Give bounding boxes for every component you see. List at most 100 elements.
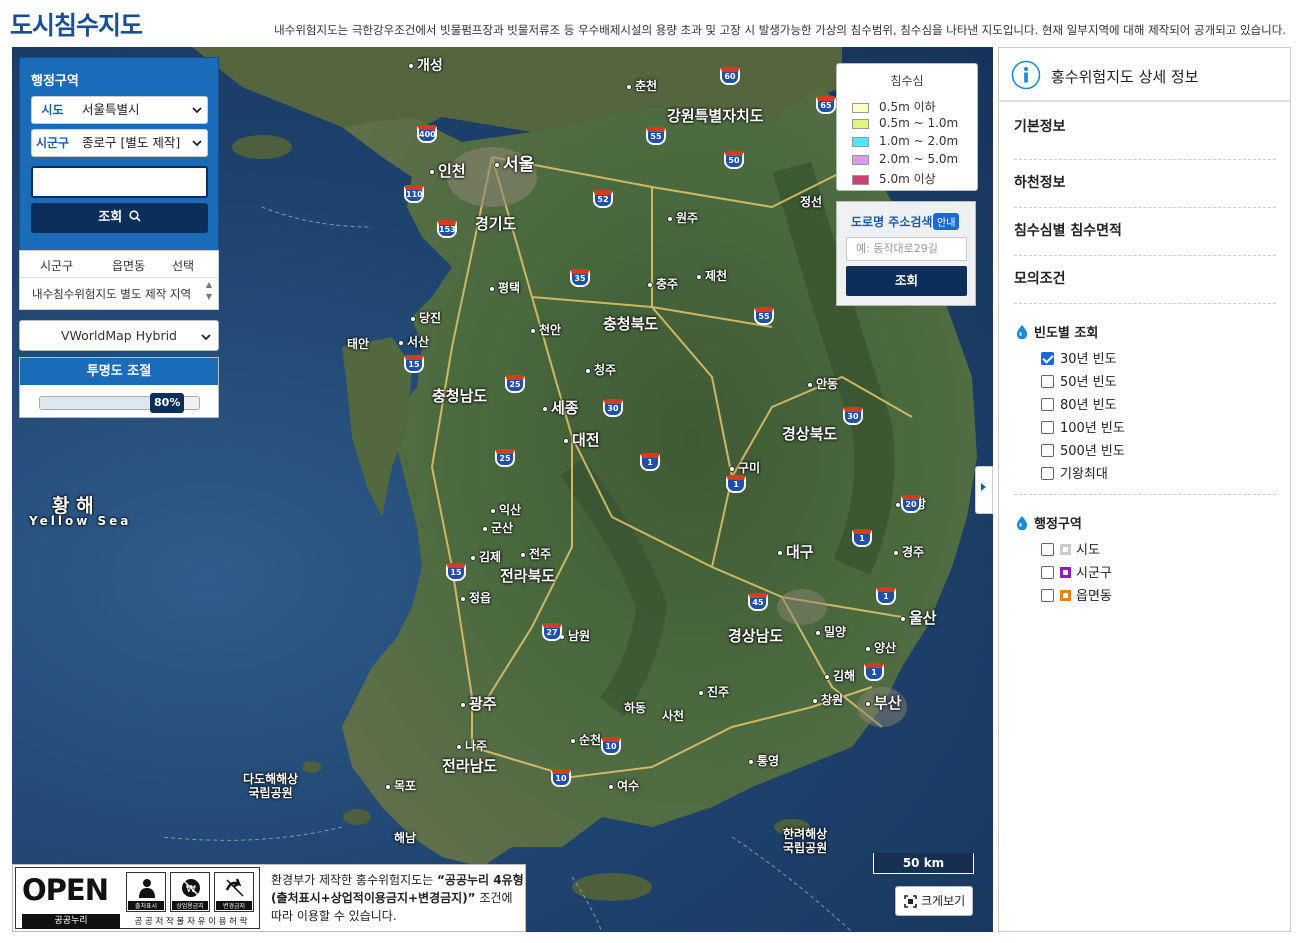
- highway-shield: 25: [505, 375, 525, 393]
- frequency-option[interactable]: 80년 빈도: [1041, 394, 1117, 413]
- map-label-dangjin: 당진: [410, 309, 441, 326]
- address-search-input[interactable]: 예: 동작대로29길: [846, 237, 967, 261]
- map-label-gwangju: 광주: [460, 693, 497, 714]
- frequency-option[interactable]: 100년 빈도: [1041, 417, 1125, 436]
- map-label-namwon: 남원: [559, 627, 590, 644]
- map-label-chungnam: 충청남도: [432, 387, 488, 405]
- checkbox[interactable]: [1041, 421, 1054, 434]
- frequency-option[interactable]: 기왕최대: [1041, 463, 1108, 482]
- basemap-select[interactable]: VWorldMap Hybrid: [19, 320, 219, 351]
- map-label-gimhae: 김해: [824, 667, 855, 684]
- legend-swatch: [852, 136, 869, 147]
- highway-shield: 30: [843, 407, 863, 425]
- admin-layer-option[interactable]: 읍면동: [1041, 585, 1112, 604]
- map-label-chungbuk: 충청북도: [603, 315, 659, 333]
- result-scrollbar[interactable]: ▲ ▼: [204, 279, 214, 309]
- address-guide-button[interactable]: 안내: [933, 213, 960, 230]
- admin-search-input[interactable]: [31, 166, 208, 198]
- sigungu-select[interactable]: 시군구 종로구 [별도 제작]: [31, 129, 208, 157]
- highway-shield: 153: [437, 220, 457, 238]
- no-derivatives-icon: 변경금지: [214, 872, 254, 912]
- checkbox[interactable]: [1041, 467, 1054, 480]
- frequency-title: 빈도별 조회: [1016, 322, 1098, 341]
- attribution-icon: 출처표시: [126, 872, 166, 912]
- section-basic-info[interactable]: 기본정보: [1014, 116, 1276, 136]
- highway-shield: 1: [864, 663, 884, 681]
- legend-item: 1.0m ~ 2.0m: [852, 134, 958, 148]
- checkbox[interactable]: [1041, 566, 1054, 579]
- map-label-daejeon: 대전: [563, 429, 600, 450]
- map-label-pyeongtaek: 평택: [489, 279, 520, 296]
- highway-shield: 25: [495, 449, 515, 467]
- map-label-changwon: 창원: [812, 691, 843, 708]
- highway-shield: 45: [748, 593, 768, 611]
- highway-shield: 20: [901, 495, 921, 513]
- open-logo: OPEN: [22, 873, 109, 907]
- svg-text:₩: ₩: [186, 884, 196, 895]
- map-label-gaeseong: 개성: [408, 55, 443, 75]
- divider: [1014, 303, 1276, 304]
- divider: [1014, 255, 1276, 256]
- fullscreen-button[interactable]: 크게보기: [895, 886, 973, 916]
- admin-search-button[interactable]: 조회: [31, 203, 208, 233]
- checkbox[interactable]: [1041, 352, 1054, 365]
- map-label-jeonju: 전주: [520, 545, 551, 562]
- map-label-iksan: 익산: [490, 501, 521, 518]
- kogl-caption: 공 공 저 작 물 자 유 이 용 허 락: [134, 917, 248, 927]
- checkbox[interactable]: [1041, 543, 1054, 556]
- license-text: 환경부가 제작한 홍수위험지도는 “공공누리 4유형(출처표시+상업적이용금지+…: [271, 873, 524, 923]
- result-col-sigungu: 시군구: [40, 259, 74, 273]
- map-label-taean: 태안: [347, 337, 370, 351]
- highway-shield: 27: [542, 623, 562, 641]
- license-notice: OPEN 공공누리 출처표시 ₩ 상업용금지 변경금지 공 공 저 작 물 자 …: [12, 864, 526, 932]
- admin-layer-option[interactable]: 시군구: [1041, 562, 1112, 581]
- highway-shield: 1: [726, 475, 746, 493]
- map-label-gyeongnam: 경상남도: [728, 627, 784, 645]
- detail-title: 홍수위험지도 상세 정보: [1051, 68, 1199, 86]
- site-title[interactable]: 도시침수지도: [10, 6, 143, 42]
- map-label-naju: 나주: [456, 737, 487, 754]
- opacity-panel: 투명도 조절 80%: [19, 357, 219, 418]
- checkbox[interactable]: [1041, 398, 1054, 411]
- flood-detail-panel: 홍수위험지도 상세 정보 기본정보 하천정보 침수심별 침수면적 모의조건 빈도…: [998, 47, 1291, 932]
- map-label-mokpo: 목포: [385, 777, 416, 794]
- opacity-slider[interactable]: 80%: [39, 393, 200, 413]
- checkbox[interactable]: [1041, 375, 1054, 388]
- map-label-tongyeong: 통영: [748, 752, 779, 769]
- map-label-gimje: 김제: [470, 548, 501, 565]
- map-label-incheon: 인천: [429, 160, 466, 181]
- panel-collapse-button[interactable]: [975, 466, 993, 514]
- map-label-sacheon: 사천: [662, 709, 685, 723]
- highway-shield: 55: [754, 307, 774, 325]
- map-label-suncheon: 순천: [570, 731, 601, 748]
- map-label-cheongju: 청주: [585, 361, 616, 378]
- divider: [1014, 159, 1276, 160]
- map-label-daegu: 대구: [777, 541, 814, 562]
- frequency-option[interactable]: 30년 빈도: [1041, 348, 1117, 367]
- result-row[interactable]: 내수침수위험지도 별도 제작 지역: [32, 286, 191, 302]
- checkbox[interactable]: [1041, 444, 1054, 457]
- checkbox[interactable]: [1041, 589, 1054, 602]
- section-flood-area[interactable]: 침수심별 침수면적: [1014, 220, 1276, 240]
- legend-title: 침수심: [890, 74, 924, 88]
- frequency-option[interactable]: 500년 빈도: [1041, 440, 1125, 459]
- highway-shield: 35: [570, 269, 590, 287]
- section-river-info[interactable]: 하천정보: [1014, 172, 1276, 192]
- highway-shield: 15: [446, 563, 466, 581]
- expand-icon: [904, 895, 917, 908]
- admin-layer-option[interactable]: 시도: [1041, 539, 1100, 558]
- chevron-down-icon: [192, 140, 202, 147]
- frequency-option[interactable]: 50년 빈도: [1041, 371, 1117, 390]
- map-label-gunsan: 군산: [482, 519, 513, 536]
- address-search-button[interactable]: 조회: [846, 266, 967, 296]
- sido-select[interactable]: 시도 서울특별시: [31, 96, 208, 124]
- section-simulation[interactable]: 모의조건: [1014, 268, 1276, 288]
- highway-shield: 50: [724, 151, 744, 169]
- map-label-jeongseon: 정선: [800, 195, 823, 209]
- highway-shield: 55: [646, 127, 666, 145]
- admin-layer-title: 행정구역: [1016, 513, 1082, 532]
- map-label-yangsan: 양산: [865, 639, 896, 656]
- map-label-chungju: 충주: [647, 275, 678, 292]
- map-label-cheonan: 천안: [530, 321, 561, 338]
- opacity-slider-handle[interactable]: 80%: [150, 393, 185, 413]
